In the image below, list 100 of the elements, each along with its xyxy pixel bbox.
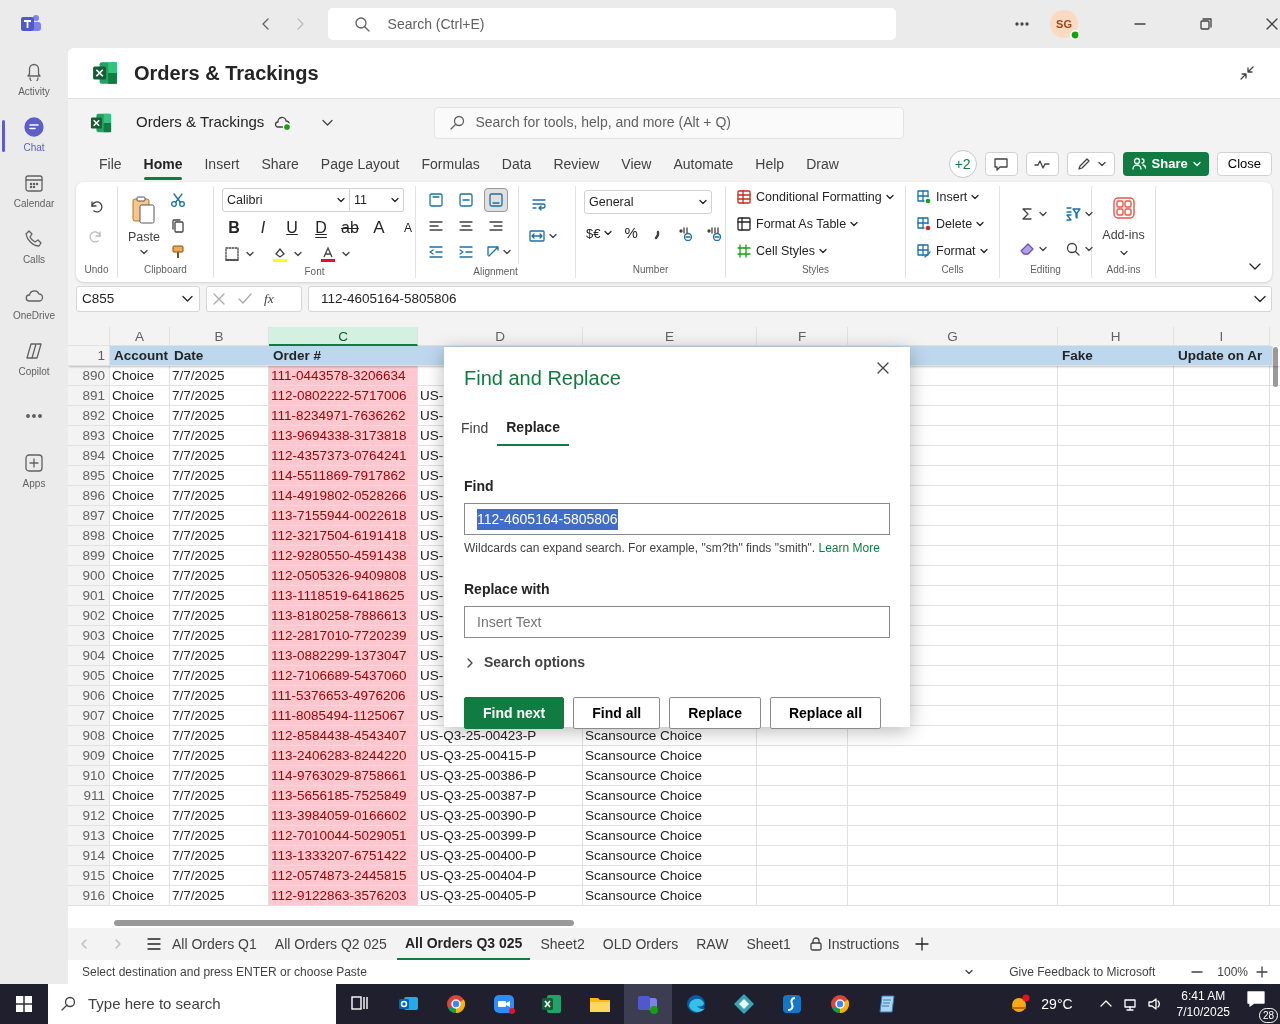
taskbar-search-field[interactable]: Type here to search bbox=[48, 984, 336, 1024]
row-number[interactable]: 905 bbox=[68, 666, 110, 686]
share-button[interactable]: Share bbox=[1122, 152, 1209, 176]
menu-tab[interactable]: Share bbox=[250, 149, 310, 179]
notifications-button[interactable]: 28 bbox=[1246, 985, 1278, 1023]
menu-tab[interactable]: Page Layout bbox=[309, 149, 411, 179]
collapse-icon[interactable] bbox=[1238, 64, 1256, 82]
collaborators-badge[interactable]: +2 bbox=[948, 150, 977, 178]
caret-icon[interactable] bbox=[1085, 210, 1093, 217]
menu-tab[interactable]: File bbox=[88, 149, 133, 179]
speaker-icon[interactable] bbox=[1146, 997, 1161, 1011]
temperature[interactable]: 29°C bbox=[1041, 993, 1073, 1015]
check-icon[interactable] bbox=[238, 292, 252, 306]
row-number[interactable]: 912 bbox=[68, 806, 110, 826]
rail-item[interactable]: Calls bbox=[2, 222, 66, 274]
menu-tab[interactable]: Home bbox=[132, 149, 194, 179]
paste-button[interactable]: Paste bbox=[126, 186, 162, 262]
zoom-in-icon[interactable] bbox=[1256, 966, 1268, 978]
row-number[interactable]: 915 bbox=[68, 866, 110, 886]
caret-icon[interactable] bbox=[1085, 245, 1093, 252]
menu-tab[interactable]: Insert bbox=[193, 149, 251, 179]
bold-button[interactable]: B bbox=[222, 216, 246, 240]
weather-sun-icon[interactable] bbox=[1009, 994, 1032, 1014]
name-box[interactable]: C855 bbox=[76, 286, 200, 312]
row-number[interactable]: 896 bbox=[68, 486, 110, 506]
search-field[interactable]: Search for tools, help, and more (Alt + Q) bbox=[434, 106, 905, 139]
sheet-tab[interactable]: OLD Orders bbox=[594, 929, 687, 959]
caret-icon[interactable] bbox=[979, 247, 988, 254]
windows-logo-icon[interactable] bbox=[16, 996, 32, 1012]
caret-icon[interactable] bbox=[971, 194, 980, 201]
row-number[interactable]: 903 bbox=[68, 626, 110, 646]
find-field[interactable]: 112-4605164-5805806 bbox=[464, 503, 890, 535]
menu-tab[interactable]: View bbox=[610, 149, 663, 179]
italic-button[interactable]: I bbox=[251, 216, 275, 240]
row-number[interactable]: 892 bbox=[68, 406, 110, 426]
close-button[interactable]: Close bbox=[1216, 152, 1272, 176]
caret-icon[interactable] bbox=[246, 251, 254, 257]
caret-icon[interactable] bbox=[604, 230, 613, 237]
row-number[interactable]: 891 bbox=[68, 386, 110, 406]
caret-icon[interactable] bbox=[885, 194, 894, 201]
style-menu-button[interactable]: Cell Styles bbox=[734, 239, 896, 263]
dialog-button[interactable]: Find all bbox=[573, 697, 661, 729]
search-field[interactable]: Search (Ctrl+E) bbox=[327, 8, 896, 40]
zoom-level[interactable]: 100% bbox=[1217, 963, 1248, 981]
strikethrough-button[interactable]: ab bbox=[338, 216, 362, 240]
row-number[interactable]: 899 bbox=[68, 546, 110, 566]
insert-function-button[interactable]: fx bbox=[264, 288, 274, 310]
borders-button[interactable] bbox=[222, 244, 256, 264]
row-number[interactable]: 902 bbox=[68, 606, 110, 626]
close-icon[interactable] bbox=[1264, 16, 1280, 32]
clock-date[interactable]: 7/10/2025 bbox=[1176, 1004, 1230, 1020]
row-number[interactable]: 916 bbox=[68, 886, 110, 906]
sheet-tab[interactable]: RAW bbox=[688, 929, 737, 959]
formula-field[interactable]: 112-4605164-5805806 bbox=[308, 286, 1272, 312]
caret-icon[interactable] bbox=[294, 251, 302, 257]
dialog-button[interactable]: Replace all bbox=[769, 697, 882, 729]
row-number[interactable]: 910 bbox=[68, 766, 110, 786]
caret-icon[interactable] bbox=[1039, 245, 1047, 252]
shrink-font-button[interactable]: A bbox=[396, 216, 420, 240]
caret-icon[interactable] bbox=[503, 249, 511, 255]
restore-icon[interactable] bbox=[1198, 16, 1214, 32]
row-number[interactable]: 914 bbox=[68, 846, 110, 866]
double-underline-button[interactable]: D bbox=[309, 216, 333, 240]
align-bottom-button[interactable] bbox=[484, 188, 508, 212]
percent-button[interactable]: % bbox=[622, 220, 640, 247]
row-number[interactable]: 895 bbox=[68, 466, 110, 486]
rail-item[interactable]: Apps bbox=[2, 446, 66, 498]
document-name[interactable]: Orders & Trackings bbox=[136, 111, 265, 134]
font-name-dropdown[interactable]: Calibri bbox=[222, 188, 350, 212]
row-number[interactable]: 897 bbox=[68, 506, 110, 526]
learn-more-link[interactable]: Learn More bbox=[818, 541, 880, 555]
add-ins-button[interactable]: Add-ins bbox=[1100, 186, 1147, 262]
row-number[interactable]: 904 bbox=[68, 646, 110, 666]
caret-icon[interactable] bbox=[1097, 161, 1106, 167]
column-header[interactable]: C bbox=[269, 327, 418, 346]
caret-icon[interactable] bbox=[322, 118, 335, 127]
row-number[interactable]: 913 bbox=[68, 826, 110, 846]
sheet-tab[interactable]: All Orders Q2 025 bbox=[266, 929, 395, 959]
rail-item[interactable]: Copilot bbox=[2, 334, 66, 386]
menu-tab[interactable]: Automate bbox=[662, 149, 745, 179]
menu-tab[interactable]: Review bbox=[542, 149, 611, 179]
avatar[interactable]: SG bbox=[1050, 10, 1078, 38]
caret-icon[interactable] bbox=[342, 251, 350, 257]
menu-tab[interactable]: Formulas bbox=[410, 149, 491, 179]
row-number[interactable]: 909 bbox=[68, 746, 110, 766]
row-number[interactable]: 898 bbox=[68, 526, 110, 546]
network-icon[interactable] bbox=[1122, 997, 1137, 1011]
caret-icon[interactable] bbox=[850, 221, 859, 228]
cells-menu-button[interactable]: Delete bbox=[914, 212, 990, 236]
row-number[interactable]: 893 bbox=[68, 426, 110, 446]
style-menu-button[interactable]: Format As Table bbox=[734, 212, 896, 236]
grow-font-button[interactable]: A bbox=[367, 216, 391, 240]
sheet-tab[interactable]: All Orders Q1 bbox=[164, 929, 265, 959]
sheet-tab[interactable]: Instructions bbox=[800, 929, 908, 959]
row-number[interactable]: 906 bbox=[68, 686, 110, 706]
menu-tab[interactable]: Draw bbox=[795, 149, 850, 179]
row-number[interactable]: 908 bbox=[68, 726, 110, 746]
row-number[interactable]: 1 bbox=[68, 346, 110, 366]
font-size-dropdown[interactable]: 11 bbox=[350, 188, 404, 212]
editing-mode-button[interactable] bbox=[1066, 152, 1115, 176]
